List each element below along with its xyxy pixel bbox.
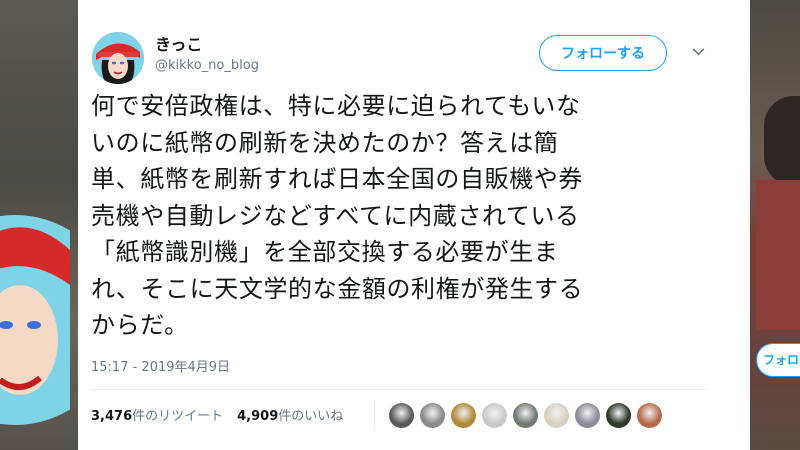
tweet-stats: 3,476件のリツイート 4,909件のいいね: [91, 405, 343, 424]
background-right: フォローす: [750, 0, 800, 450]
tweet-line: れ、そこに天文学的な金額の利権が発生する: [91, 274, 584, 303]
display-name[interactable]: きっこ: [155, 31, 202, 55]
tweet-timestamp[interactable]: 15:17 - 2019年4月9日: [91, 356, 230, 375]
liker-avatar[interactable]: [513, 403, 538, 428]
background-avatar-blur: [0, 215, 70, 425]
tweet-line: 売機や自動レジなどすべてに内蔵されている: [91, 201, 580, 230]
retweet-stat[interactable]: 3,476件のリツイート: [91, 405, 223, 424]
liker-avatar[interactable]: [389, 403, 414, 428]
stats-separator: [374, 400, 375, 430]
liker-avatar[interactable]: [420, 403, 445, 428]
like-label: 件のいいね: [278, 409, 344, 424]
liker-avatar[interactable]: [637, 403, 662, 428]
liker-avatar[interactable]: [544, 403, 569, 428]
like-count: 4,909: [237, 409, 279, 424]
background-left: [0, 0, 78, 450]
tweet-line: 何で安倍政権は、特に必要に迫られてもいな: [91, 92, 581, 120]
follow-button[interactable]: フォローする: [539, 35, 667, 71]
tweet-text: 何で安倍政権は、特に必要に迫られてもいな いのに紙幣の刷新を決めたのか？答えは簡…: [91, 88, 736, 344]
user-handle[interactable]: @kikko_no_blog: [155, 58, 259, 73]
tweet-line: いのに紙幣の刷新を決めたのか？答えは簡: [91, 128, 559, 157]
avatar-illustration: [92, 32, 144, 84]
liker-avatar[interactable]: [451, 403, 476, 428]
background-follow-button: フォローす: [756, 343, 800, 377]
tweet-line: からだ。: [91, 311, 189, 339]
chevron-down-icon[interactable]: [688, 44, 708, 60]
background-figure-hair: [764, 96, 800, 186]
background-figure-shirt: [756, 180, 800, 330]
tweet-line: 「紙幣識別機」を全部交換する必要が生ま: [91, 238, 559, 266]
liker-avatar[interactable]: [482, 403, 507, 428]
retweet-label: 件のリツイート: [132, 409, 224, 424]
liker-avatar[interactable]: [606, 403, 631, 428]
divider: [91, 389, 708, 390]
tweet-card: きっこ @kikko_no_blog フォローする 何で安倍政権は、特に必要に迫…: [78, 0, 750, 450]
retweet-count: 3,476: [91, 409, 133, 424]
liker-avatars: [389, 403, 668, 428]
tweet-line: 単、紙幣を刷新すれば日本全国の自販機や券: [91, 165, 583, 193]
liker-avatar[interactable]: [575, 403, 600, 428]
like-stat[interactable]: 4,909件のいいね: [237, 405, 343, 424]
user-avatar[interactable]: [92, 32, 144, 84]
